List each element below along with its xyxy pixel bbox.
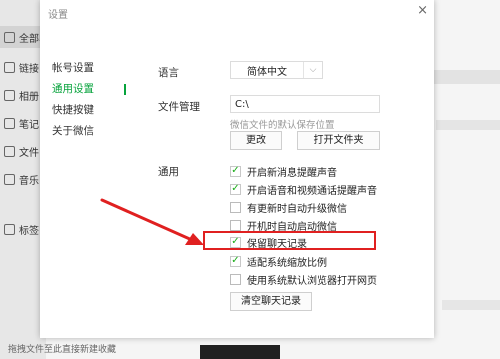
background-dark-thumbnail [200,345,280,359]
option-auto-update[interactable]: 有更新时自动升级微信 [230,199,347,215]
option-label: 使用系统默认浏览器打开网页 [247,275,377,287]
sidebar-item-label: 音乐 [19,175,39,187]
option-label: 有更新时自动升级微信 [247,203,347,215]
settings-dialog: 设置 × 帐号设置 通用设置 快捷按键 关于微信 语言 简体中文 ⌵ 文件管理 … [40,0,434,338]
background-blurred-content [436,120,500,130]
option-call-sound[interactable]: ✓ 开启语音和视频通话提醒声音 [230,181,377,197]
checkbox-unchecked-icon[interactable] [230,219,241,231]
sidebar-item-label: 标签 [19,225,39,237]
general-label: 通用 [158,166,179,178]
option-new-message-sound[interactable]: ✓ 开启新消息提醒声音 [230,163,337,179]
sidebar-item-label: 链接 [19,63,39,75]
option-label: 开启新消息提醒声音 [247,167,337,179]
background-footer-hint: 拖拽文件至此直接新建收藏 [8,345,117,355]
chevron-down-icon: ⌵ [303,62,322,78]
file-management-label: 文件管理 [158,101,200,113]
checkbox-unchecked-icon[interactable] [230,201,241,213]
sidebar-item-label: 文件 [19,147,39,159]
settings-nav: 帐号设置 通用设置 快捷按键 关于微信 [52,58,132,142]
option-default-browser[interactable]: 使用系统默认浏览器打开网页 [230,271,377,287]
background-blurred-content [424,70,500,84]
language-value: 简体中文 [247,66,287,78]
annotation-highlight-box [203,231,376,250]
close-icon[interactable]: × [417,3,428,18]
checkbox-unchecked-icon[interactable] [230,273,241,285]
file-path-hint: 微信文件的默认保存位置 [230,120,335,131]
background-blurred-content [442,300,500,310]
option-label: 开启语音和视频通话提醒声音 [247,185,377,197]
tag-icon [4,223,15,235]
language-label: 语言 [158,67,179,79]
nav-general-settings[interactable]: 通用设置 [52,79,132,100]
dialog-title: 设置 [48,10,68,21]
nav-account-settings[interactable]: 帐号设置 [52,58,132,79]
open-folder-button[interactable]: 打开文件夹 [297,131,380,150]
checkbox-checked-icon[interactable]: ✓ [230,165,241,177]
clear-chat-history-button[interactable]: 清空聊天记录 [230,292,312,311]
photo-icon [4,89,15,101]
option-system-scaling[interactable]: ✓ 适配系统缩放比例 [230,253,327,269]
checkbox-checked-icon[interactable]: ✓ [230,255,241,267]
nav-about-wechat[interactable]: 关于微信 [52,121,132,142]
note-icon [4,117,15,129]
option-label: 适配系统缩放比例 [247,257,327,269]
music-icon [4,173,15,185]
checkbox-checked-icon[interactable]: ✓ [230,183,241,195]
link-icon [4,61,15,73]
folder-icon [4,31,15,43]
change-path-button[interactable]: 更改 [230,131,282,150]
file-path-field[interactable]: C:\ [230,95,380,113]
nav-shortcuts[interactable]: 快捷按键 [52,100,132,121]
sidebar-item-label: 笔记 [19,119,39,131]
language-select[interactable]: 简体中文 ⌵ [230,61,323,79]
sidebar-item-label: 相册 [19,91,39,103]
file-icon [4,145,15,157]
